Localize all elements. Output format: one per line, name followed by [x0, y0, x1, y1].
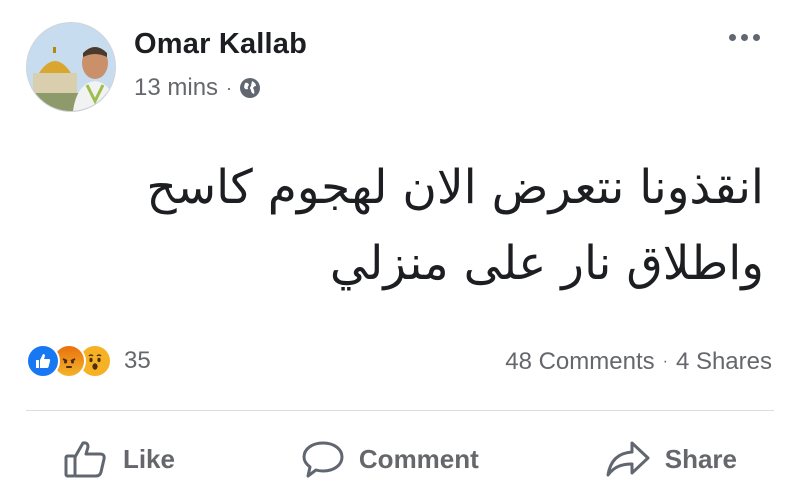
share-icon [606, 441, 650, 477]
action-bar-divider [26, 410, 774, 411]
like-button[interactable]: Like [63, 439, 175, 479]
share-button[interactable]: Share [605, 439, 737, 479]
more-dot [729, 34, 736, 41]
author-name[interactable]: Omar Kallab [134, 28, 307, 61]
engagement-counts: 48 Comments · 4 Shares [505, 348, 772, 376]
globe-icon[interactable] [239, 77, 261, 99]
comment-button[interactable]: Comment [301, 439, 479, 479]
post-meta: 13 mins · [134, 74, 261, 102]
post-text-line: انقذونا نتعرض الان لهجوم كاسح [146, 160, 764, 215]
more-dot [753, 34, 760, 41]
meta-separator: · [226, 77, 233, 98]
like-reaction-icon [26, 344, 60, 378]
action-bar: Like Comment Share [0, 430, 800, 488]
counts-separator: · [662, 353, 668, 370]
reactions-summary[interactable]: 35 [26, 344, 151, 378]
post-timestamp[interactable]: 13 mins [134, 74, 218, 102]
comment-icon [302, 441, 344, 478]
more-dot [741, 34, 748, 41]
reaction-count[interactable]: 35 [124, 347, 151, 375]
comment-button-label: Comment [358, 443, 479, 474]
like-button-label: Like [122, 443, 175, 474]
author-avatar[interactable] [26, 22, 116, 112]
share-button-label: Share [664, 443, 737, 474]
thumbs-up-icon [64, 441, 106, 478]
avatar-image [27, 23, 115, 111]
post-text-line: واطلاق نار على منزلي [329, 236, 764, 291]
post-text: انقذونا نتعرض الان لهجوم كاسح واطلاق نار… [124, 150, 764, 302]
post-card: Omar Kallab 13 mins · انقذونا نتعرض الان… [0, 0, 800, 500]
comments-count[interactable]: 48 Comments [505, 348, 654, 376]
shares-count[interactable]: 4 Shares [676, 348, 772, 376]
more-options-icon[interactable] [729, 34, 760, 41]
